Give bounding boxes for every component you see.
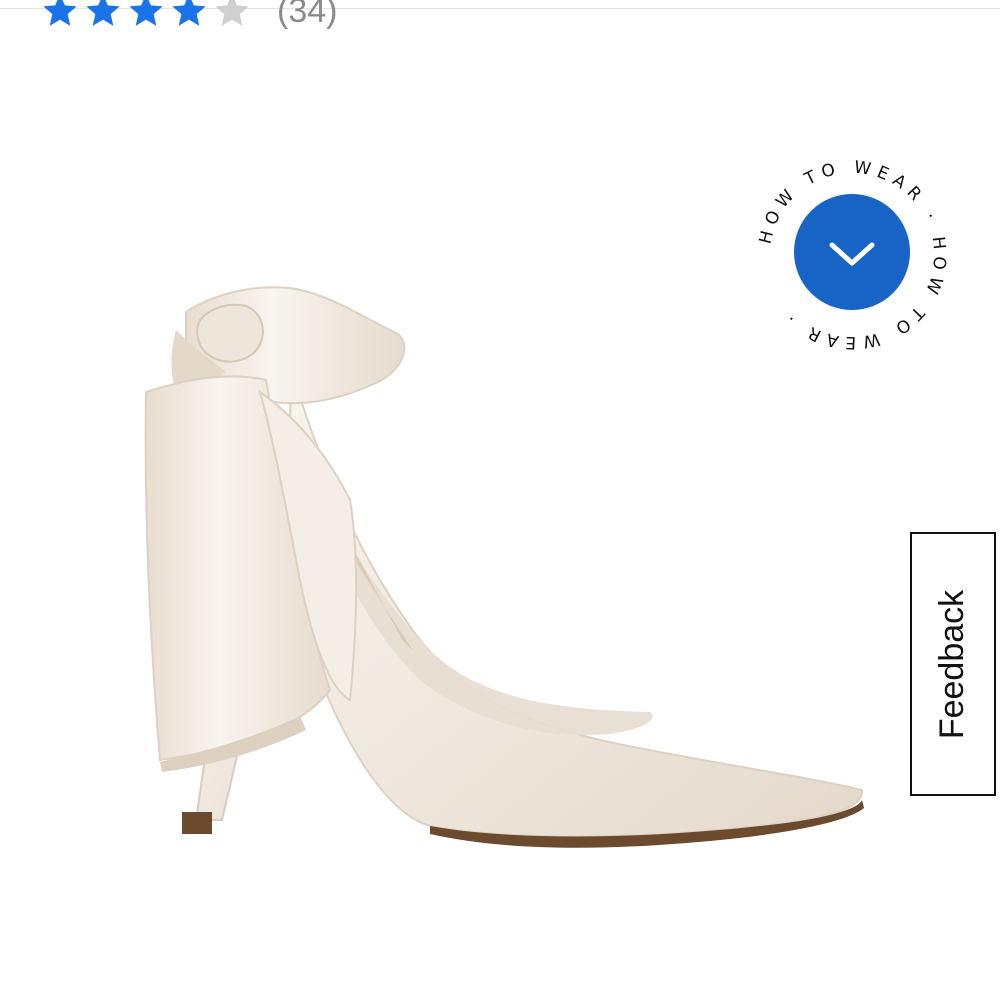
shoe-body xyxy=(288,371,864,848)
how-to-wear-button[interactable]: HOW TO WEAR · HOW TO WEAR · xyxy=(752,155,952,355)
product-image[interactable] xyxy=(0,0,1000,1000)
product-page: (34) HOW TO WEAR · HOW TO WEAR · Feedbac… xyxy=(0,0,1000,1000)
feedback-label: Feedback xyxy=(933,589,972,739)
feedback-button[interactable]: Feedback xyxy=(910,532,996,796)
how-to-wear-badge: HOW TO WEAR · HOW TO WEAR · xyxy=(756,157,944,352)
how-to-wear-circle xyxy=(794,194,910,310)
